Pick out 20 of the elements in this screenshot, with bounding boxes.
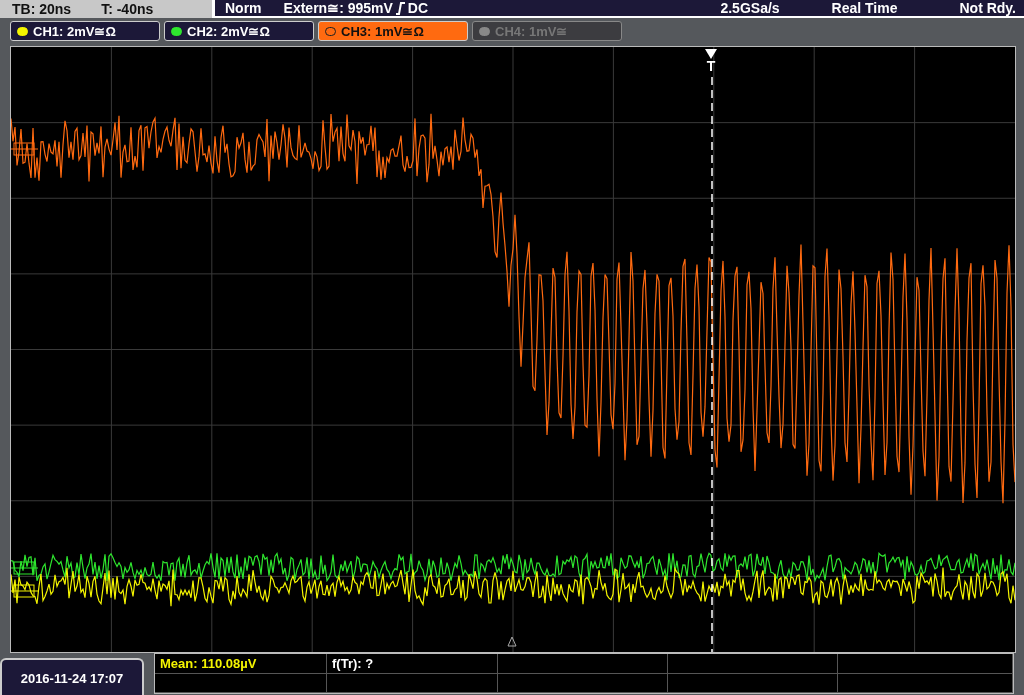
date-time: 2016-11-24 17:07 [0, 658, 144, 695]
timebase-scale: TB: 20ns [12, 1, 72, 17]
trigger-arrow-icon [705, 49, 717, 59]
trigger-offset-marker-icon [507, 636, 517, 647]
timebase-offset: T: -40ns [101, 1, 154, 17]
channel-tab[interactable]: CH1: 2mV≅Ω [10, 21, 160, 41]
channel-tab[interactable]: CH3: 1mV≅Ω [318, 21, 468, 41]
trigger-source: Extern≅: 995mV [283, 0, 393, 16]
channel-tab[interactable]: CH2: 2mV≅Ω [164, 21, 314, 41]
measurement-value: f(Tr): ? [332, 656, 374, 671]
ground-marker-icon [11, 142, 39, 156]
measurement-value: Mean: 110.08µV [160, 656, 257, 671]
ground-marker-icon [11, 584, 39, 598]
ground-marker-icon [11, 561, 39, 575]
trigger-mode: Norm [225, 0, 262, 16]
trigger-coupling: DC [407, 0, 429, 16]
trigger-marker: T [706, 59, 716, 73]
run-state: Not Rdy. [959, 0, 1016, 16]
acquisition-mode: Real Time [831, 0, 898, 16]
sample-rate: 2.5GSa/s [720, 0, 780, 16]
